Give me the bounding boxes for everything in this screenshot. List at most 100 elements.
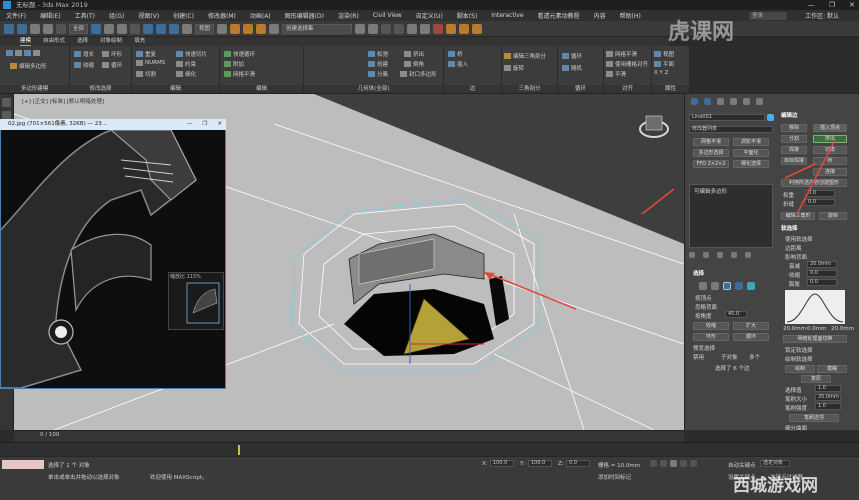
bevel-button[interactable]: 倒角 bbox=[404, 60, 424, 68]
menu-customize[interactable]: 自定义(U) bbox=[416, 11, 443, 20]
time-marker[interactable] bbox=[238, 445, 240, 455]
align-icon[interactable] bbox=[368, 23, 379, 34]
toggle-ribbon-icon[interactable] bbox=[394, 23, 405, 34]
ribbon-tab-modeling[interactable]: 建模 bbox=[20, 37, 32, 46]
edit-poly-button[interactable]: 编辑多边形 bbox=[10, 62, 47, 70]
undo-icon[interactable] bbox=[4, 23, 14, 34]
menu-graph-editors[interactable]: 图形编辑器(D) bbox=[285, 11, 324, 20]
auto-key-button[interactable]: 自动关键点 bbox=[728, 461, 756, 469]
ribbon-tab-object-paint[interactable]: 对象绘制 bbox=[100, 37, 122, 46]
planar-button[interactable]: 平面 bbox=[654, 60, 674, 68]
random-button[interactable]: 随机 bbox=[562, 64, 582, 72]
pivot-icon[interactable] bbox=[217, 23, 228, 34]
frame-counter[interactable]: 0 / 100 bbox=[40, 432, 59, 438]
attach-button[interactable]: 附加 bbox=[224, 60, 244, 68]
placement-icon[interactable] bbox=[182, 23, 193, 34]
mirror-icon[interactable] bbox=[355, 23, 366, 34]
render-frame-icon[interactable] bbox=[459, 23, 470, 34]
schematic-view-icon[interactable] bbox=[420, 23, 431, 34]
rect-selection-icon[interactable] bbox=[117, 23, 128, 34]
image-maximize-button[interactable]: ❐ bbox=[202, 119, 207, 130]
menu-content[interactable]: 内容 bbox=[594, 11, 606, 20]
menu-help[interactable]: 帮助(H) bbox=[620, 11, 641, 20]
add-time-tag-button[interactable]: 添加时间标记 bbox=[598, 473, 631, 481]
redo-icon[interactable] bbox=[17, 23, 27, 34]
scale-icon[interactable] bbox=[169, 23, 180, 34]
insert-button[interactable]: 插入 bbox=[448, 60, 468, 68]
image-minimize-button[interactable]: — bbox=[187, 119, 193, 130]
nurms-button[interactable]: NURMS bbox=[136, 60, 165, 66]
meshsmooth-button[interactable]: 网格平滑 bbox=[224, 70, 255, 78]
maxscript-listener[interactable] bbox=[2, 460, 44, 469]
menu-animation[interactable]: 动画(A) bbox=[250, 11, 271, 20]
selected-object-dropdown[interactable]: 选定对象 bbox=[760, 460, 790, 467]
smooth-button[interactable]: 平滑 bbox=[606, 70, 626, 78]
play-icon[interactable] bbox=[670, 460, 677, 467]
curve-editor-icon[interactable] bbox=[407, 23, 418, 34]
workspace-selector[interactable]: 工作区: 默认 bbox=[805, 11, 839, 20]
next-frame-icon[interactable] bbox=[680, 460, 687, 467]
named-selection-dropdown[interactable]: 创建选择集 bbox=[282, 23, 353, 34]
select-object-icon[interactable] bbox=[91, 23, 102, 34]
layer-explorer-icon[interactable] bbox=[381, 23, 392, 34]
close-button[interactable]: ✕ bbox=[849, 0, 855, 10]
menu-edit[interactable]: 编辑(E) bbox=[40, 11, 60, 20]
move-icon[interactable] bbox=[143, 23, 154, 34]
menu-file[interactable]: 文件(F) bbox=[6, 11, 26, 20]
grid-align-button[interactable]: 使用栅格对齐 bbox=[606, 60, 648, 68]
sign-in-field[interactable]: 登录 bbox=[749, 11, 788, 20]
angle-snap-icon[interactable] bbox=[243, 23, 254, 34]
menu-create[interactable]: 创建(C) bbox=[173, 11, 194, 20]
cut-button[interactable]: 切割 bbox=[136, 70, 156, 78]
extrude-button[interactable]: 挤出 bbox=[404, 50, 424, 58]
relax-button[interactable]: 松弛 bbox=[368, 50, 388, 58]
y-coord-field[interactable]: 100.0 bbox=[528, 460, 552, 467]
unlink-icon[interactable] bbox=[43, 23, 53, 34]
repeat-button[interactable]: 重复 bbox=[136, 50, 156, 58]
select-by-name-icon[interactable] bbox=[104, 23, 115, 34]
percent-snap-icon[interactable] bbox=[256, 23, 267, 34]
menu-group[interactable]: 组(G) bbox=[109, 11, 124, 20]
select-tool-icon[interactable] bbox=[2, 98, 11, 107]
tessellate-button[interactable]: 细化 bbox=[176, 70, 196, 78]
track-bar[interactable] bbox=[0, 442, 859, 456]
spinner-snap-icon[interactable] bbox=[269, 23, 280, 34]
menu-interactive[interactable]: Interactive bbox=[491, 12, 523, 19]
constraint-button[interactable]: 约束 bbox=[176, 60, 196, 68]
window-crossing-icon[interactable] bbox=[130, 23, 141, 34]
reference-coord-dropdown[interactable]: 视图 bbox=[195, 23, 215, 34]
edit-triangulation-button[interactable]: 编辑三角剖分 bbox=[504, 52, 546, 60]
turn-button[interactable]: 旋转 bbox=[504, 64, 524, 72]
goto-start-icon[interactable] bbox=[650, 460, 657, 467]
bridge-button[interactable]: 桥 bbox=[448, 50, 463, 58]
bind-spacewarp-icon[interactable] bbox=[56, 23, 66, 34]
ribbon-tab-selection[interactable]: 选择 bbox=[77, 37, 88, 46]
xyz-button[interactable]: X Y Z bbox=[654, 70, 668, 76]
ribbon-tab-freeform[interactable]: 自由形式 bbox=[43, 37, 65, 46]
menu-tutorials[interactable]: 看透元素动教程 bbox=[538, 11, 580, 20]
material-editor-icon[interactable] bbox=[433, 23, 444, 34]
menu-civil-view[interactable]: Civil View bbox=[373, 12, 402, 19]
menu-rendering[interactable]: 渲染(R) bbox=[338, 11, 359, 20]
prev-frame-icon[interactable] bbox=[660, 460, 667, 467]
detach-button[interactable]: 分离 bbox=[368, 70, 388, 78]
minimize-button[interactable]: — bbox=[808, 0, 815, 10]
ring-button[interactable]: 环形 bbox=[102, 50, 122, 58]
x-coord-field[interactable]: 100.0 bbox=[490, 460, 514, 467]
menu-modifiers[interactable]: 修改器(M) bbox=[208, 11, 236, 20]
goto-end-icon[interactable] bbox=[690, 460, 697, 467]
loop-button[interactable]: 循环 bbox=[102, 61, 122, 69]
snap-toggle-icon[interactable] bbox=[230, 23, 241, 34]
link-icon[interactable] bbox=[30, 23, 40, 34]
image-viewer-window[interactable] bbox=[0, 119, 226, 389]
menu-views[interactable]: 视图(V) bbox=[138, 11, 159, 20]
view-align-button[interactable]: 视图 bbox=[654, 50, 674, 58]
selection-filter-dropdown[interactable]: 全部 bbox=[69, 23, 89, 34]
render-icon[interactable] bbox=[472, 23, 483, 34]
swift-loop-button[interactable]: 快速循环 bbox=[224, 50, 255, 58]
menu-tools[interactable]: 工具(T) bbox=[75, 11, 95, 20]
navigator-thumbnail[interactable] bbox=[168, 272, 224, 330]
shrink-button[interactable]: 收缩 bbox=[74, 61, 94, 69]
z-coord-field[interactable]: 0.0 bbox=[566, 460, 590, 467]
maximize-button[interactable]: ❐ bbox=[829, 0, 835, 10]
